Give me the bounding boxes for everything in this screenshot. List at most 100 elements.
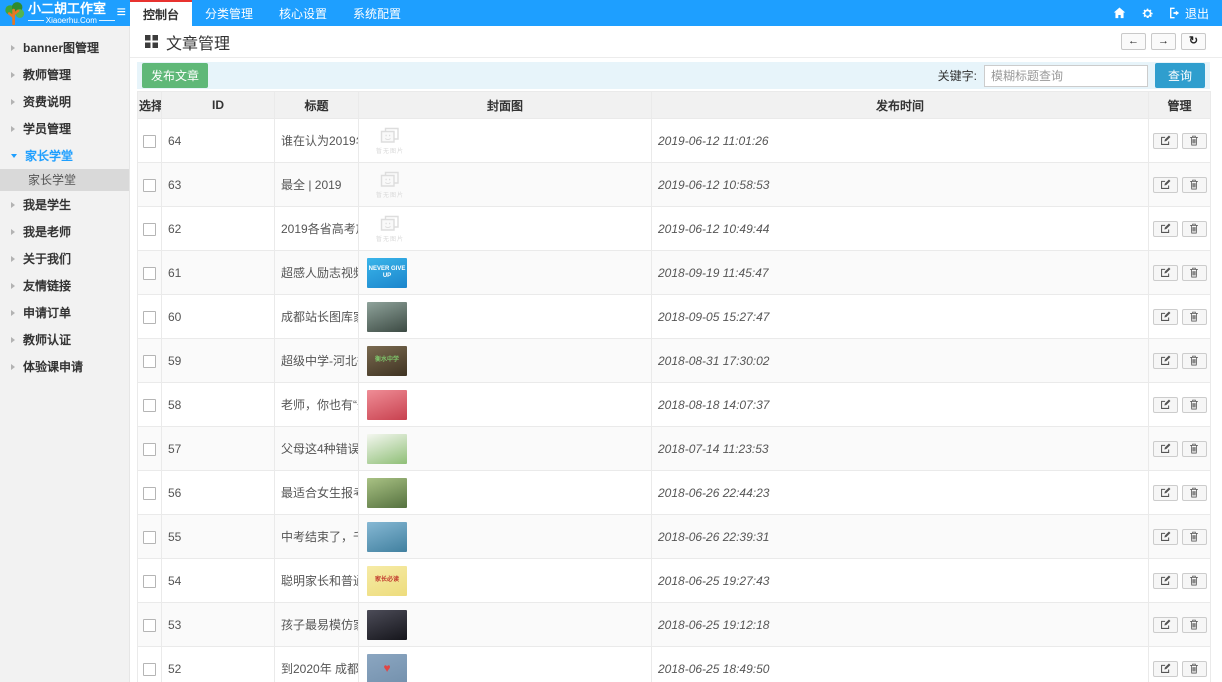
edit-icon — [1160, 311, 1171, 322]
keyword-search-input[interactable] — [984, 65, 1148, 87]
delete-button[interactable] — [1182, 265, 1207, 281]
publish-time: 2018-07-14 11:23:53 — [652, 427, 1149, 471]
delete-button[interactable] — [1182, 485, 1207, 501]
delete-button[interactable] — [1182, 529, 1207, 545]
chevron-right-icon — [11, 45, 15, 51]
sidebar-subitem[interactable]: 家长学堂 — [0, 169, 129, 191]
row-checkbox[interactable] — [143, 267, 156, 280]
row-checkbox[interactable] — [143, 355, 156, 368]
table-body: 64谁在认为2019年暂无图片2019-06-12 11:01:2663最全 |… — [138, 119, 1211, 682]
back-button[interactable]: ← — [1121, 33, 1146, 50]
menu-toggle-icon[interactable]: ≡ — [117, 5, 126, 21]
article-id: 55 — [162, 515, 275, 559]
logout-button[interactable]: 退出 — [1169, 5, 1209, 22]
cover-cell: 家长必读 — [359, 559, 652, 603]
delete-button[interactable] — [1182, 133, 1207, 149]
article-id: 52 — [162, 647, 275, 682]
article-title: 到2020年 成都 — [275, 647, 359, 682]
row-checkbox[interactable] — [143, 223, 156, 236]
publish-time: 2018-06-26 22:39:31 — [652, 515, 1149, 559]
row-checkbox[interactable] — [143, 135, 156, 148]
delete-button[interactable] — [1182, 661, 1207, 677]
trash-icon — [1189, 487, 1199, 498]
sidebar-item[interactable]: 家长学堂 — [0, 142, 129, 169]
sidebar-item[interactable]: banner图管理 — [0, 34, 129, 61]
table-row: 52到2020年 成都♥2018-06-25 18:49:50 — [138, 647, 1211, 682]
sidebar-item[interactable]: 关于我们 — [0, 245, 129, 272]
table-header-row: 选择ID标题封面图发布时间管理 — [138, 92, 1211, 119]
article-id: 59 — [162, 339, 275, 383]
edit-button[interactable] — [1153, 485, 1178, 501]
delete-button[interactable] — [1182, 617, 1207, 633]
row-checkbox[interactable] — [143, 399, 156, 412]
trash-icon — [1189, 179, 1199, 190]
edit-button[interactable] — [1153, 353, 1178, 369]
delete-button[interactable] — [1182, 397, 1207, 413]
row-checkbox[interactable] — [143, 179, 156, 192]
edit-icon — [1160, 531, 1171, 542]
sidebar-item[interactable]: 申请订单 — [0, 299, 129, 326]
sidebar-item[interactable]: 资费说明 — [0, 88, 129, 115]
edit-button[interactable] — [1153, 397, 1178, 413]
sidebar-item[interactable]: 教师认证 — [0, 326, 129, 353]
row-checkbox[interactable] — [143, 487, 156, 500]
sidebar-item[interactable]: 体验课申请 — [0, 353, 129, 380]
article-id: 57 — [162, 427, 275, 471]
refresh-button[interactable]: ↻ — [1181, 33, 1206, 50]
table-row: 57父母这4种错误行为2018-07-14 11:23:53 — [138, 427, 1211, 471]
edit-button[interactable] — [1153, 529, 1178, 545]
home-icon[interactable] — [1113, 7, 1126, 19]
search-button[interactable]: 查询 — [1155, 63, 1205, 88]
row-checkbox[interactable] — [143, 663, 156, 676]
edit-button[interactable] — [1153, 573, 1178, 589]
gear-icon[interactable] — [1141, 7, 1154, 20]
manage-cell — [1149, 383, 1211, 427]
sidebar-item[interactable]: 学员管理 — [0, 115, 129, 142]
forward-arrow-icon: → — [1158, 36, 1169, 47]
manage-cell — [1149, 207, 1211, 251]
top-tab[interactable]: 系统配置 — [340, 0, 414, 26]
edit-button[interactable] — [1153, 441, 1178, 457]
delete-button[interactable] — [1182, 573, 1207, 589]
edit-button[interactable] — [1153, 265, 1178, 281]
forward-button[interactable]: → — [1151, 33, 1176, 50]
articles-table: 选择ID标题封面图发布时间管理 64谁在认为2019年暂无图片2019-06-1… — [137, 91, 1211, 682]
sidebar-item-label: banner图管理 — [23, 39, 99, 56]
delete-button[interactable] — [1182, 177, 1207, 193]
edit-button[interactable] — [1153, 661, 1178, 677]
sidebar-item[interactable]: 教师管理 — [0, 61, 129, 88]
edit-button[interactable] — [1153, 617, 1178, 633]
sidebar-item[interactable]: 我是老师 — [0, 218, 129, 245]
row-checkbox[interactable] — [143, 443, 156, 456]
top-tab[interactable]: 控制台 — [130, 0, 192, 26]
publish-time: 2019-06-12 10:58:53 — [652, 163, 1149, 207]
broken-image-icon — [380, 171, 400, 188]
sidebar-item-label: 家长学堂 — [25, 147, 73, 164]
row-checkbox[interactable] — [143, 575, 156, 588]
select-cell — [138, 163, 162, 207]
refresh-icon: ↻ — [1189, 36, 1198, 47]
sidebar-item[interactable]: 我是学生 — [0, 191, 129, 218]
edit-button[interactable] — [1153, 221, 1178, 237]
delete-button[interactable] — [1182, 221, 1207, 237]
row-checkbox[interactable] — [143, 531, 156, 544]
edit-button[interactable] — [1153, 177, 1178, 193]
cover-cell — [359, 515, 652, 559]
top-tab[interactable]: 分类管理 — [192, 0, 266, 26]
table-row: 64谁在认为2019年暂无图片2019-06-12 11:01:26 — [138, 119, 1211, 163]
row-checkbox[interactable] — [143, 311, 156, 324]
publish-article-button[interactable]: 发布文章 — [142, 63, 208, 88]
edit-button[interactable] — [1153, 133, 1178, 149]
sidebar-item[interactable]: 友情链接 — [0, 272, 129, 299]
delete-button[interactable] — [1182, 309, 1207, 325]
edit-button[interactable] — [1153, 309, 1178, 325]
delete-button[interactable] — [1182, 353, 1207, 369]
app-logo[interactable]: 小二胡工作室 Xiaoerhu.Com ≡ — [0, 0, 130, 26]
broken-image-icon — [380, 127, 400, 144]
cover-image — [367, 390, 407, 420]
row-checkbox[interactable] — [143, 619, 156, 632]
toolbar: 发布文章 关键字: 查询 — [137, 62, 1210, 89]
column-header: 选择 — [138, 92, 162, 119]
top-tab[interactable]: 核心设置 — [266, 0, 340, 26]
delete-button[interactable] — [1182, 441, 1207, 457]
